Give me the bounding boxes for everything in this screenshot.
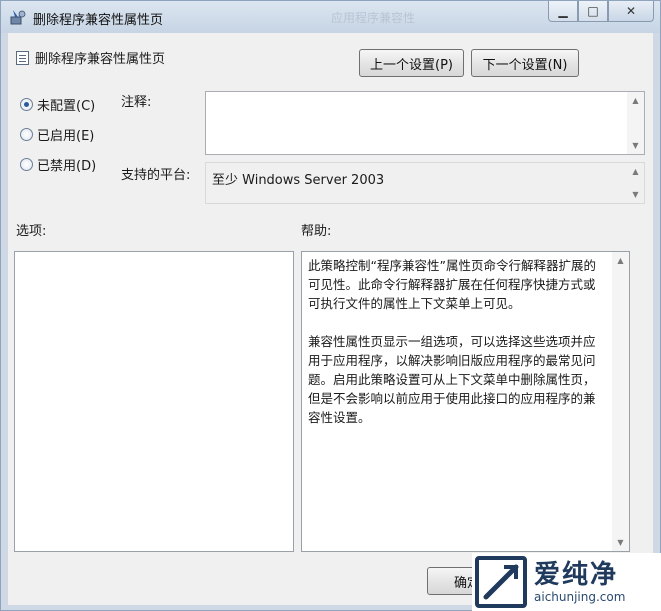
policy-app-icon	[10, 10, 26, 25]
platform-value: 至少 Windows Server 2003	[212, 173, 385, 188]
radio-disabled-indicator[interactable]	[20, 158, 33, 171]
close-button[interactable]: ✕	[608, 1, 654, 22]
minimize-button[interactable]: ▁	[548, 1, 578, 22]
next-setting-button[interactable]: 下一个设置(N)	[471, 49, 579, 77]
close-icon: ✕	[625, 4, 637, 18]
radio-enabled-indicator[interactable]	[20, 128, 33, 141]
radio-disabled-label: 已禁用(D)	[37, 159, 97, 174]
watermark-cn: 爱纯净	[534, 560, 619, 590]
radio-enabled-label: 已启用(E)	[37, 129, 95, 144]
help-paragraph: 此策略控制“程序兼容性”属性页命令行解释器扩展的可见性。此命令行解释器扩展在任何…	[308, 258, 596, 311]
minimize-icon: ▁	[558, 4, 568, 18]
radio-not-configured-indicator[interactable]	[20, 98, 33, 111]
maximize-button[interactable]: □	[578, 1, 608, 22]
scroll-down-arrow-icon[interactable]: ▼	[632, 137, 638, 154]
dialog-client-area: 删除程序兼容性属性页 上一个设置(P) 下一个设置(N) 未配置(C) 已启用(…	[8, 33, 653, 605]
platform-scrollbar[interactable]: ▲ ▼	[627, 163, 644, 203]
options-panel	[14, 251, 294, 552]
previous-setting-button[interactable]: 上一个设置(P)	[359, 49, 464, 77]
scroll-down-arrow-icon[interactable]: ▼	[617, 534, 623, 551]
help-paragraph: 兼容性属性页显示一组选项，可以选择这些选项并应用于应用程序，以解决影响旧版应用程…	[308, 334, 596, 425]
scroll-up-arrow-icon[interactable]: ▲	[617, 252, 623, 269]
help-panel: 此策略控制“程序兼容性”属性页命令行解释器扩展的可见性。此命令行解释器扩展在任何…	[301, 251, 630, 552]
site-watermark: 爱纯净 aichunjing.com	[472, 553, 661, 611]
help-text: 此策略控制“程序兼容性”属性页命令行解释器扩展的可见性。此命令行解释器扩展在任何…	[308, 256, 607, 446]
scroll-up-arrow-icon[interactable]: ▲	[632, 92, 638, 109]
help-scrollbar[interactable]: ▲ ▼	[612, 252, 629, 551]
scroll-down-arrow-icon[interactable]: ▼	[632, 186, 638, 203]
setting-name: 删除程序兼容性属性页	[35, 52, 166, 67]
platform-label: 支持的平台:	[121, 168, 191, 183]
setting-header: 删除程序兼容性属性页	[16, 48, 165, 67]
watermark-logo-icon	[475, 556, 527, 608]
platform-field: 至少 Windows Server 2003 ▲ ▼	[205, 162, 645, 204]
policy-setting-icon	[16, 50, 29, 65]
policy-dialog-window: 删除程序兼容性属性页 应用程序兼容性 ▁ □ ✕ 删除程序兼容性属性页 上一个设…	[0, 0, 661, 611]
radio-disabled[interactable]: 已禁用(D)	[20, 155, 96, 174]
comment-textarea[interactable]: ▲ ▼	[205, 91, 645, 155]
background-window-title: 应用程序兼容性	[331, 11, 416, 25]
comment-label: 注释:	[121, 95, 152, 110]
title-bar[interactable]: 删除程序兼容性属性页 应用程序兼容性 ▁ □ ✕	[1, 1, 660, 33]
scroll-up-arrow-icon[interactable]: ▲	[632, 163, 638, 180]
radio-not-configured-label: 未配置(C)	[37, 99, 96, 114]
help-label: 帮助:	[301, 224, 332, 239]
window-title: 删除程序兼容性属性页	[33, 13, 164, 28]
maximize-icon: □	[587, 4, 599, 18]
radio-not-configured[interactable]: 未配置(C)	[20, 95, 95, 114]
watermark-text: 爱纯净 aichunjing.com	[534, 560, 625, 604]
options-label: 选项:	[16, 224, 47, 239]
radio-enabled[interactable]: 已启用(E)	[20, 125, 94, 144]
window-controls: ▁ □ ✕	[548, 1, 654, 23]
watermark-en: aichunjing.com	[534, 590, 626, 604]
comment-scrollbar[interactable]: ▲ ▼	[627, 92, 644, 154]
